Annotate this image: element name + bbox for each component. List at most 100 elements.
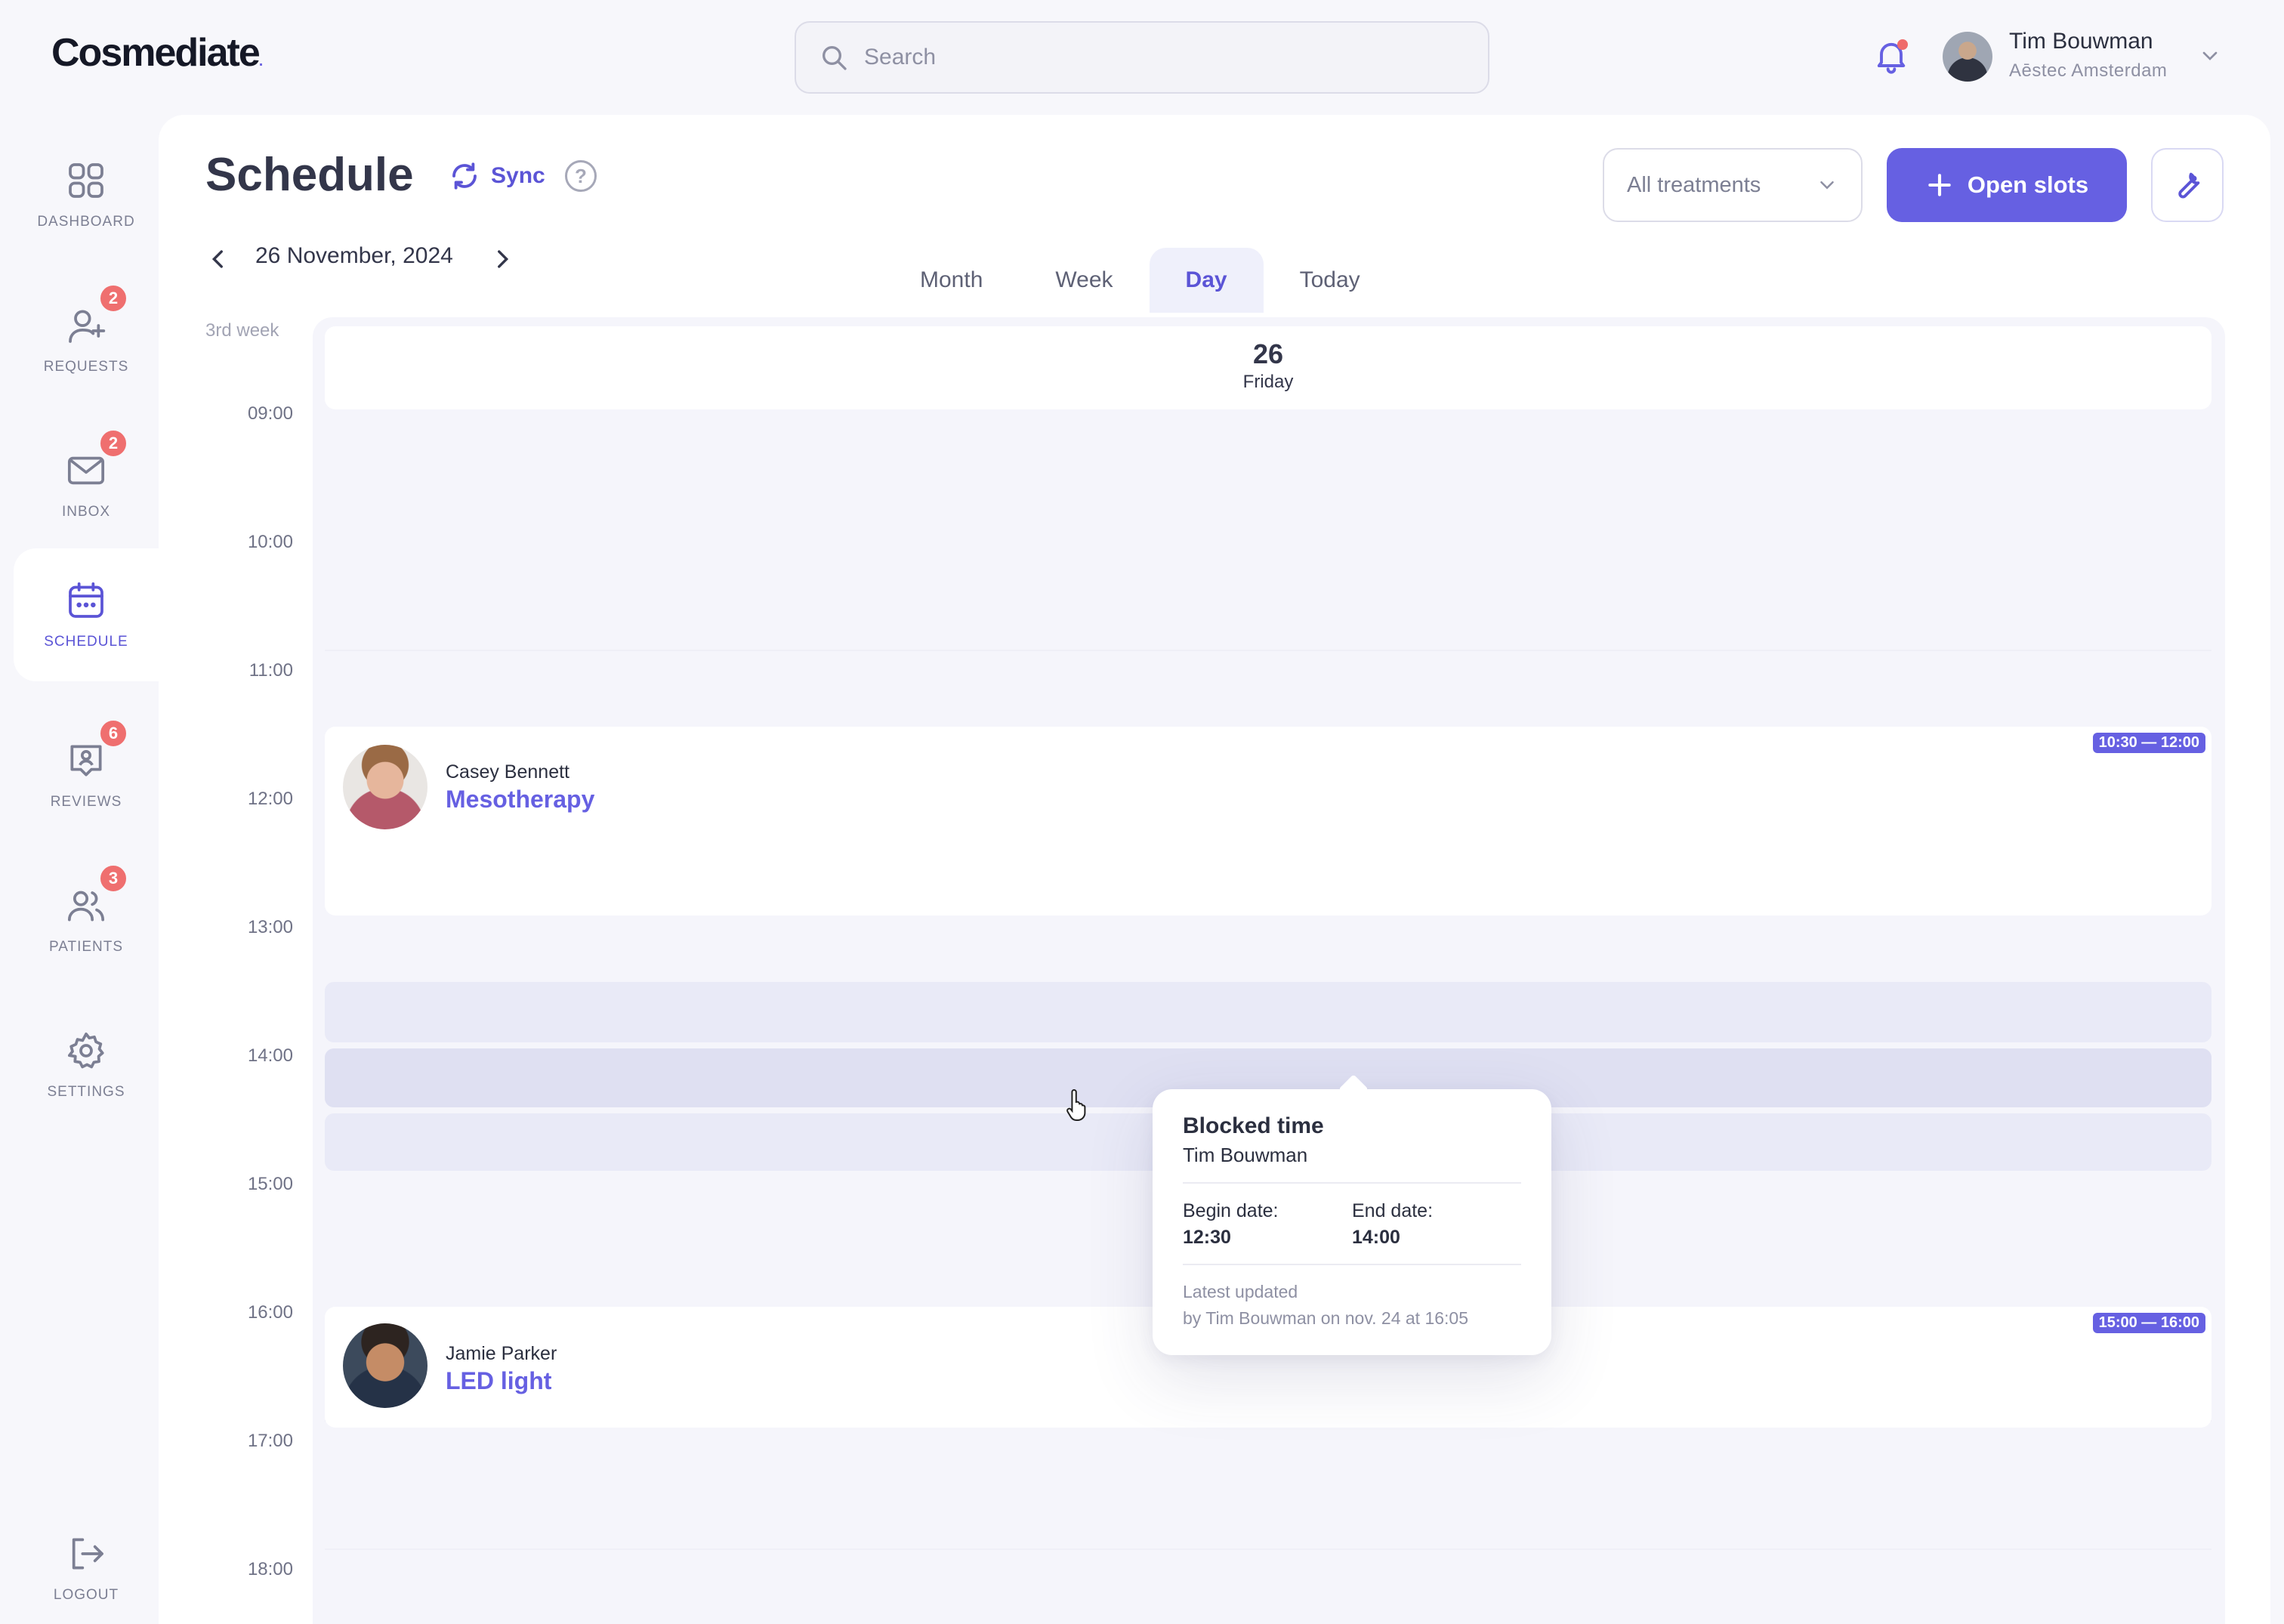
time-label: 16:00 [247,1302,293,1323]
treatment-name: Mesotherapy [446,786,595,813]
treatment-filter-select[interactable]: All treatments [1603,148,1863,222]
sync-button[interactable]: Sync [449,160,545,192]
sync-label: Sync [491,163,545,188]
requests-badge: 2 [98,283,128,313]
patient-name: Casey Bennett [446,761,569,783]
day-header: 26 Friday [325,326,2211,409]
week-label: 3rd week [205,320,279,341]
sidebar-item-label: SETTINGS [47,1084,125,1100]
sidebar-item-label: DASHBOARD [37,214,135,230]
calendar-icon [65,579,107,622]
tools-button[interactable] [2151,148,2224,222]
help-icon[interactable]: ? [565,160,597,192]
sidebar-item-dashboard[interactable]: DASHBOARD [14,128,159,261]
user-name[interactable]: Tim Bouwman [2009,29,2153,54]
search-icon [823,46,847,70]
sidebar-item-schedule[interactable]: SCHEDULE [14,548,159,681]
sidebar: DASHBOARD 2 REQUESTS 2 INBOX SCHEDULE 6 … [0,113,159,1624]
hand-cursor-icon [1066,1088,1086,1121]
user-avatar[interactable] [1943,32,1992,82]
appointment-time-badge: 10:30 — 12:00 [2092,733,2205,753]
divider [1183,1182,1521,1184]
open-slots-button[interactable]: Open slots [1887,148,2127,222]
sidebar-item-settings[interactable]: SETTINGS [14,999,159,1132]
patient-name: Jamie Parker [446,1343,557,1364]
appointment-time-badge: 15:00 — 16:00 [2092,1313,2205,1333]
sidebar-item-patients[interactable]: 3 PATIENTS [14,854,159,986]
logout-icon [65,1533,107,1575]
time-label: 12:00 [247,789,293,809]
treatment-name: LED light [446,1367,552,1394]
gear-icon [65,1030,107,1072]
view-tabs: Month Week Day Today [884,248,1397,313]
blocked-time-popover: Blocked time Tim Bouwman Begin date: 12:… [1153,1074,1551,1355]
chevron-down-icon[interactable] [2198,44,2222,68]
main-panel: Schedule Sync ? 26 November, 2024 Month … [159,115,2270,1624]
sidebar-item-label: REVIEWS [50,794,122,810]
appointment-card[interactable]: Casey Bennett Mesotherapy 10:30 — 12:00 [325,727,2211,915]
tab-today[interactable]: Today [1264,248,1397,313]
divider [1183,1264,1521,1265]
time-label: 17:00 [247,1431,293,1451]
notification-dot [1897,39,1908,50]
sidebar-item-requests[interactable]: 2 REQUESTS [14,273,159,406]
treatment-filter-value: All treatments [1627,172,1761,197]
updated-text: by Tim Bouwman on nov. 24 at 16:05 [1183,1308,1469,1328]
app-logo[interactable]: Cosmediate. [51,30,263,76]
sidebar-item-label: INBOX [61,504,111,520]
sidebar-item-label: SCHEDULE [44,634,128,650]
chevron-down-icon [1820,181,1834,190]
inbox-badge: 2 [98,428,128,458]
user-organization: Aēstec Amsterdam [2009,60,2168,81]
time-label: 18:00 [247,1559,293,1579]
time-label: 09:00 [247,403,293,424]
time-label: 14:00 [247,1045,293,1066]
tab-day[interactable]: Day [1149,248,1264,313]
sidebar-item-inbox[interactable]: 2 INBOX [14,418,159,551]
patients-badge: 3 [98,863,128,894]
chevron-right-icon[interactable] [489,246,515,272]
begin-date-label: Begin date: [1183,1200,1279,1221]
plus-icon [1928,174,1951,196]
search-input[interactable]: Search [795,21,1489,94]
chevron-left-icon[interactable] [205,246,231,272]
updated-label: Latest updated [1183,1282,1298,1301]
sidebar-item-label: LOGOUT [53,1587,119,1603]
page-title: Schedule [205,149,414,201]
tab-week[interactable]: Week [1019,248,1149,313]
sidebar-item-reviews[interactable]: 6 REVIEWS [14,709,159,841]
users-icon: 3 [65,863,128,927]
time-label: 15:00 [247,1174,293,1194]
patient-avatar [343,745,427,829]
tab-month[interactable]: Month [884,248,1019,313]
end-date-value: 14:00 [1352,1227,1400,1248]
time-label: 11:00 [248,660,293,681]
time-label: 13:00 [247,917,293,937]
popover-owner: Tim Bouwman [1183,1144,1308,1166]
sync-icon [452,162,477,190]
begin-date-value: 12:30 [1183,1227,1231,1248]
blocked-time-slot[interactable] [325,982,2211,1042]
hour-divider [325,1548,2211,1550]
patient-avatar [343,1323,427,1408]
day-number: 26 [1252,338,1284,369]
open-slots-label: Open slots [1967,171,2089,198]
time-label: 10:00 [247,532,293,552]
user-plus-icon: 2 [65,283,128,347]
hour-divider [325,650,2211,651]
reviews-badge: 6 [98,718,128,749]
mail-icon: 2 [65,428,128,492]
popover-title: Blocked time [1183,1113,1324,1138]
search-placeholder: Search [864,45,937,69]
grid-icon [65,159,107,202]
current-date: 26 November, 2024 [255,243,453,268]
day-weekday: Friday [1242,372,1294,392]
sidebar-item-logout[interactable]: LOGOUT [14,1502,159,1624]
end-date-label: End date: [1352,1200,1434,1221]
day-grid[interactable]: 26 Friday Casey Bennett Mesotherapy 10:3… [313,317,2225,1624]
sidebar-item-label: PATIENTS [48,939,124,955]
notification-bell-icon[interactable] [1872,36,1911,76]
review-icon: 6 [65,718,128,782]
sidebar-item-label: REQUESTS [43,359,129,375]
wrench-icon [2178,172,2200,199]
